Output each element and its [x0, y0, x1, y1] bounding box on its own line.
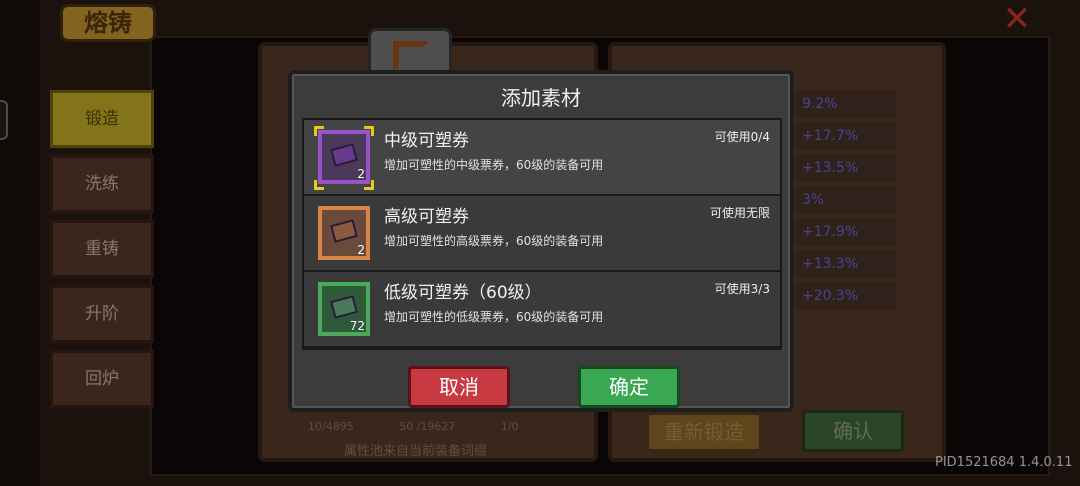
- item-quantity: 2: [357, 167, 365, 181]
- item-description: 增加可塑性的低级票券，60级的装备可用: [384, 310, 604, 324]
- material-list: 2 中级可塑券 可使用0/4 增加可塑性的中级票券，60级的装备可用 2 高级可…: [302, 118, 782, 350]
- selection-corner: [364, 126, 374, 136]
- item-availability: 可使用3/3: [714, 282, 770, 296]
- ticket-graphic: [330, 295, 358, 319]
- add-material-dialog: 添加素材 2 中级可塑券 可使用0/4 增加可塑性的中级票券，60级的装备可用 …: [288, 70, 794, 412]
- material-item[interactable]: 2 高级可塑券 可使用无限 增加可塑性的高级票券，60级的装备可用: [304, 196, 780, 272]
- ok-button[interactable]: 确定: [578, 366, 680, 408]
- item-name: 低级可塑券（60级）: [384, 283, 542, 303]
- item-quantity: 72: [349, 319, 365, 333]
- selection-corner: [364, 180, 374, 190]
- ticket-icon: 2: [318, 206, 370, 260]
- selection-corner: [314, 180, 324, 190]
- item-name: 高级可塑券: [384, 207, 469, 227]
- ticket-graphic: [330, 143, 358, 167]
- dialog-title: 添加素材: [501, 86, 581, 110]
- item-name: 中级可塑券: [384, 131, 469, 151]
- material-item[interactable]: 2 中级可塑券 可使用0/4 增加可塑性的中级票券，60级的装备可用: [304, 120, 780, 196]
- ticket-icon: 2: [318, 130, 370, 184]
- ticket-graphic: [330, 219, 358, 243]
- item-description: 增加可塑性的高级票券，60级的装备可用: [384, 234, 604, 248]
- cancel-button[interactable]: 取消: [408, 366, 510, 408]
- ticket-icon: 72: [318, 282, 370, 336]
- item-availability: 可使用无限: [709, 206, 770, 220]
- item-availability: 可使用0/4: [714, 130, 770, 144]
- selection-corner: [314, 126, 324, 136]
- material-item[interactable]: 72 低级可塑券（60级） 可使用3/3 增加可塑性的低级票券，60级的装备可用: [304, 272, 780, 348]
- item-description: 增加可塑性的中级票券，60级的装备可用: [384, 158, 604, 172]
- item-quantity: 2: [357, 243, 365, 257]
